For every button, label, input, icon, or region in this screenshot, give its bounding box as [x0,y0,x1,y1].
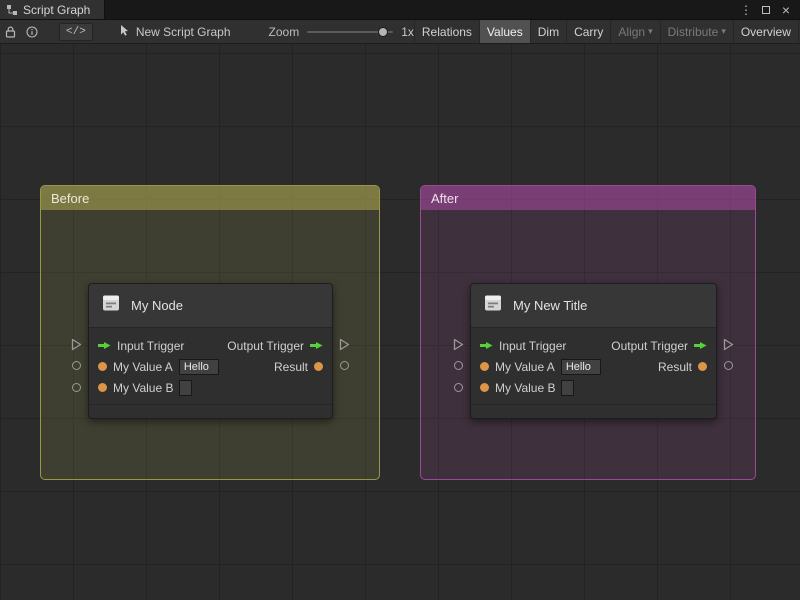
external-value-out-port[interactable] [724,361,733,370]
zoom-control: Zoom 1x [269,25,414,39]
port-label: Result [273,359,308,374]
unit-icon [100,292,122,319]
node-body: Input Trigger Output Trigger My Value A … [471,328,716,398]
node-header[interactable]: My New Title [471,284,716,328]
external-value-in-port[interactable] [454,383,463,392]
group-title: Before [51,190,90,206]
distribute-dropdown: Distribute ▾ [659,20,733,43]
port-label: Result [657,359,692,374]
value-a-row: My Value A Hello Result [471,356,716,377]
graph-name: New Script Graph [135,24,231,39]
graph-toolbar: </> New Script Graph Zoom 1x Relations V… [0,20,800,44]
value-in-port[interactable] [98,362,107,371]
external-flow-in-port[interactable] [71,338,82,351]
info-icon[interactable] [21,20,43,43]
close-icon[interactable]: × [778,2,794,18]
port-label: Output Trigger [611,338,688,353]
port-label: My Value B [495,380,556,395]
script-graph-icon [6,4,18,16]
flow-in-port[interactable] [480,341,493,350]
port-label: My Value B [113,380,174,395]
carry-button[interactable]: Carry [566,20,610,43]
external-value-in-port[interactable] [454,361,463,370]
menu-icon[interactable]: ⋮ [738,3,754,17]
value-b-field[interactable] [179,379,193,396]
port-label: Input Trigger [499,338,567,353]
node-body: Input Trigger Output Trigger My Value A … [89,328,332,398]
value-a-row: My Value A Hello Result [89,356,332,377]
value-out-port[interactable] [314,362,323,371]
pointer-icon [119,24,131,39]
toolbar-buttons: Relations Values Dim Carry Align ▾ Distri… [413,20,800,43]
window-controls: ⋮ × [738,0,800,19]
lock-icon[interactable] [0,20,21,43]
node-header[interactable]: My Node [89,284,332,328]
node-my-new-title[interactable]: My New Title Input Trigger Output Trigge… [470,283,717,419]
value-in-port[interactable] [480,362,489,371]
port-label: My Value A [495,359,555,374]
node-footer [89,404,332,418]
flow-in-port[interactable] [98,341,111,350]
relations-button[interactable]: Relations [413,20,479,43]
trigger-row: Input Trigger Output Trigger [89,335,332,356]
value-out-port[interactable] [698,362,707,371]
value-b-row: My Value B [89,377,332,398]
dim-button[interactable]: Dim [529,20,566,43]
flow-out-port[interactable] [694,341,707,350]
external-flow-in-port[interactable] [453,338,464,351]
trigger-row: Input Trigger Output Trigger [471,335,716,356]
graph-breadcrumb[interactable]: New Script Graph [119,24,231,39]
zoom-slider-handle[interactable] [377,26,388,37]
unit-icon [482,292,504,319]
value-a-field[interactable]: Hello [560,358,601,375]
zoom-label: Zoom [268,24,300,39]
group-before-header[interactable]: Before [41,186,379,210]
graph-canvas[interactable]: Before After My Node Input Trigger Outpu… [0,44,800,600]
external-value-out-port[interactable] [340,361,349,370]
port-label: Input Trigger [117,338,185,353]
port-label: My Value A [113,359,173,374]
value-in-port[interactable] [98,383,107,392]
value-b-field[interactable] [561,379,575,396]
tab-title: Script Graph [23,2,91,17]
value-b-row: My Value B [471,377,716,398]
flow-out-port[interactable] [310,341,323,350]
maximize-icon[interactable] [758,3,774,17]
group-after-header[interactable]: After [421,186,755,210]
align-dropdown: Align ▾ [610,20,659,43]
group-title: After [431,190,459,206]
value-a-field[interactable]: Hello [178,358,219,375]
tab-bar: Script Graph ⋮ × [0,0,800,20]
node-my-node[interactable]: My Node Input Trigger Output Trigger My … [88,283,333,419]
zoom-value: 1x [401,24,414,39]
node-title: My Node [131,298,184,313]
external-flow-out-port[interactable] [723,338,734,351]
tab-script-graph[interactable]: Script Graph [0,0,106,19]
external-value-in-port[interactable] [72,361,81,370]
chevron-down-icon: ▾ [648,26,653,36]
overview-button[interactable]: Overview [732,20,798,43]
value-in-port[interactable] [480,383,489,392]
values-button[interactable]: Values [478,20,530,43]
code-preview-button[interactable]: </> [59,22,93,41]
zoom-slider[interactable] [307,26,394,38]
node-footer [471,404,716,418]
chevron-down-icon: ▾ [721,26,726,36]
node-title: My New Title [513,298,588,313]
script-graph-window: Script Graph ⋮ × </> New Script Graph Zo… [0,0,800,600]
external-value-in-port[interactable] [72,383,81,392]
port-label: Output Trigger [227,338,304,353]
external-flow-out-port[interactable] [339,338,350,351]
